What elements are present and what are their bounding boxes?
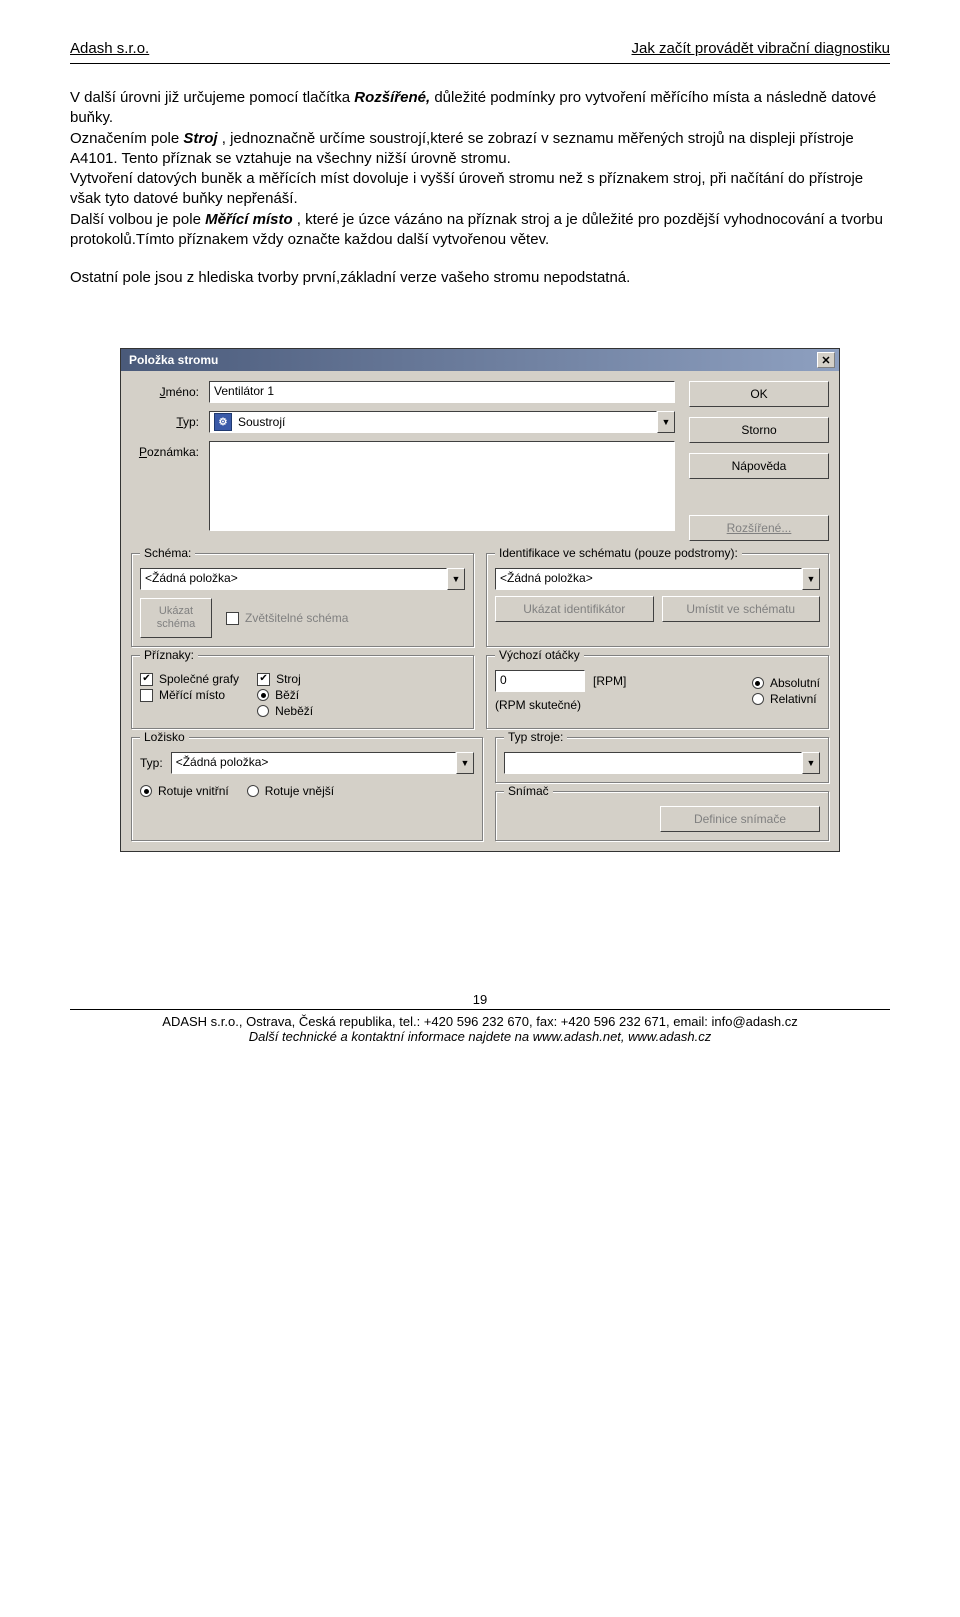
group-schema: Schéma: <Žádná položka> ▼ Ukázat schéma [131,553,474,647]
legend-otacky: Výchozí otáčky [495,648,584,662]
radio-rotuje-vnitrni[interactable]: Rotuje vnitřní [140,784,229,798]
combo-typstroje[interactable]: ▼ [504,752,820,774]
p4a: Další volbou je pole [70,211,205,228]
radio-relativni[interactable]: Relativní [752,692,820,706]
label-typ: Typ: [131,411,209,429]
rozsirene-button[interactable]: Rozšířené... [689,515,829,541]
combo-lozisko-typ[interactable]: <Žádná položka> ▼ [171,752,474,774]
ukazat-identifikator-button: Ukázat identifikátor [495,596,654,622]
header-rule [70,63,890,64]
label-lozisko-typ: Typ: [140,756,163,770]
checkbox-icon [226,612,239,625]
storno-button[interactable]: Storno [689,417,829,443]
ukazat-schema-button: Ukázat schéma [140,598,212,638]
chevron-down-icon[interactable]: ▼ [657,411,675,433]
page-footer: 19 ADASH s.r.o., Ostrava, Česká republik… [70,992,890,1044]
radio-icon [752,693,764,705]
chevron-down-icon[interactable]: ▼ [802,752,820,774]
dialog-titlebar[interactable]: Položka stromu ✕ [121,349,839,371]
chevron-down-icon[interactable]: ▼ [802,568,820,590]
p2b: Stroj [183,130,217,147]
p4b: Měřící místo [205,211,293,228]
combo-typ-value: Soustrojí [238,415,285,429]
combo-typ[interactable]: ⚙ Soustrojí ▼ [209,411,675,433]
legend-identifikace: Identifikace ve schématu (pouze podstrom… [495,546,742,560]
label-jmeno: Jméno: [131,381,209,399]
header-right: Jak začít provádět vibrační diagnostiku [632,40,890,57]
legend-lozisko: Ložisko [140,730,189,744]
page-number: 19 [70,992,890,1007]
group-vychozi-otacky: Výchozí otáčky 0 [RPM] (RPM skutečné) [486,655,829,729]
radio-rotuje-vnejsi[interactable]: Rotuje vnější [247,784,334,798]
close-button[interactable]: ✕ [817,352,835,368]
combo-typstroje-value [504,752,802,774]
napoveda-button[interactable]: Nápověda [689,453,829,479]
definice-snimace-button: Definice snímače [660,806,820,832]
p1b: Rozšířené, [354,89,430,106]
radio-icon [752,677,764,689]
checkbox-zvetsitelne: Zvětšitelné schéma [226,611,348,625]
combo-identifikace[interactable]: <Žádná položka> ▼ [495,568,820,590]
p5: Ostatní pole jsou z hlediska tvorby prvn… [70,268,890,288]
soustroji-icon: ⚙ [214,413,232,431]
radio-icon [247,785,259,797]
dialog-polozka-stromu: Položka stromu ✕ Jméno: Ventilátor 1 Typ… [120,348,840,852]
combo-schema[interactable]: <Žádná položka> ▼ [140,568,465,590]
checkbox-spolecne-grafy[interactable]: ✔ Společné grafy [140,672,239,686]
p3: Vytvoření datových buněk a měřících míst… [70,169,890,210]
p2a: Označením pole [70,130,183,147]
chevron-down-icon[interactable]: ▼ [447,568,465,590]
radio-absolutni[interactable]: Absolutní [752,676,820,690]
label-rpm-skutecne: (RPM skutečné) [495,698,742,712]
footer-line1: ADASH s.r.o., Ostrava, Česká republika, … [70,1014,890,1029]
footer-rule [70,1009,890,1010]
p1a: V další úrovni již určujeme pomocí tlačí… [70,89,354,106]
footer-line2: Další technické a kontaktní informace na… [70,1029,890,1044]
label-rpm-unit: [RPM] [593,674,626,688]
radio-bezi[interactable]: Běží [257,688,313,702]
textarea-poznamka[interactable] [209,441,675,531]
legend-priznaky: Příznaky: [140,648,198,662]
group-typ-stroje: Typ stroje: ▼ [495,737,829,783]
legend-snimac: Snímač [504,784,553,798]
legend-typstroje: Typ stroje: [504,730,567,744]
label-poznamka: Poznámka: [131,441,209,459]
body-text: V další úrovni již určujeme pomocí tlačí… [70,88,890,288]
checkbox-icon [140,689,153,702]
checkbox-merici-misto[interactable]: Měřící místo [140,688,239,702]
radio-icon [140,785,152,797]
umistit-schema-button: Umístit ve schématu [662,596,821,622]
checkbox-stroj[interactable]: ✔ Stroj [257,672,313,686]
group-identifikace: Identifikace ve schématu (pouze podstrom… [486,553,829,647]
combo-lozisko-value: <Žádná položka> [171,752,456,774]
input-rpm[interactable]: 0 [495,670,585,692]
dialog-title: Položka stromu [129,353,218,367]
group-snimac: Snímač Definice snímače [495,791,829,841]
chevron-down-icon[interactable]: ▼ [456,752,474,774]
input-jmeno[interactable]: Ventilátor 1 [209,381,675,403]
checkbox-icon: ✔ [257,673,270,686]
radio-nebezi[interactable]: Neběží [257,704,313,718]
radio-icon [257,705,269,717]
combo-identifikace-value: <Žádná položka> [495,568,802,590]
group-lozisko: Ložisko Typ: <Žádná položka> ▼ Rotuje [131,737,483,841]
combo-schema-value: <Žádná položka> [140,568,447,590]
page-header: Adash s.r.o. Jak začít provádět vibrační… [70,40,890,57]
ok-button[interactable]: OK [689,381,829,407]
legend-schema: Schéma: [140,546,195,560]
radio-icon [257,689,269,701]
header-left: Adash s.r.o. [70,40,149,57]
group-priznaky: Příznaky: ✔ Společné grafy Měřící místo [131,655,474,729]
checkbox-icon: ✔ [140,673,153,686]
